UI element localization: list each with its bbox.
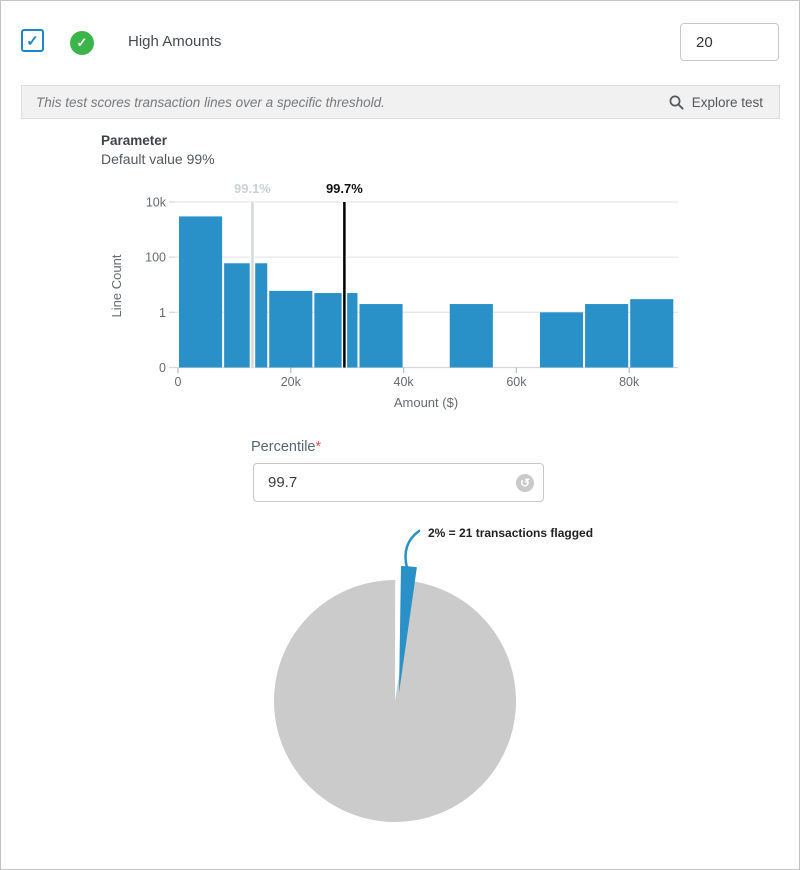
reset-icon[interactable]: ↺ [516, 474, 534, 492]
histogram-svg: 0 1 100 10k Amount ($) Line Count 0 20k 40k 60k 80… [96, 176, 696, 421]
test-config-panel: ✓ ✓ High Amounts This test scores transa… [0, 0, 800, 870]
svg-text:Line Count: Line Count [109, 254, 124, 317]
flagged-annotation: 2% = 21 transactions flagged [428, 526, 593, 540]
histogram-bar [269, 291, 312, 368]
parameter-default-value: Default value 99% [101, 151, 215, 167]
svg-text:100: 100 [145, 251, 166, 265]
histogram-chart: 0 1 100 10k Amount ($) Line Count 0 20k 40k 60k 80… [96, 176, 696, 421]
explore-test-label: Explore test [692, 95, 763, 110]
histogram-bar [540, 312, 583, 367]
percentile-marker-label: 99.1% [234, 181, 271, 196]
check-icon: ✓ [26, 32, 39, 50]
histogram-bar [314, 293, 357, 367]
histogram-bar [450, 304, 493, 367]
search-icon [669, 95, 684, 110]
svg-text:80k: 80k [619, 375, 640, 389]
svg-text:10k: 10k [146, 195, 167, 209]
histogram-bar [585, 304, 628, 367]
test-description-banner: This test scores transaction lines over … [21, 85, 780, 119]
test-description: This test scores transaction lines over … [36, 95, 385, 110]
svg-text:60k: 60k [506, 375, 527, 389]
pie-chart [231, 516, 571, 856]
check-icon: ✓ [77, 35, 88, 51]
required-asterisk: * [315, 439, 321, 455]
histogram-bar [179, 216, 222, 367]
percentile-marker-label: 99.7% [326, 181, 363, 196]
histogram-bar [224, 263, 267, 367]
parameter-heading: Parameter [101, 133, 167, 148]
svg-text:1: 1 [159, 306, 166, 320]
histogram-bar [630, 299, 673, 367]
test-title: High Amounts [128, 33, 221, 50]
explore-test-button[interactable]: Explore test [669, 95, 763, 110]
svg-text:20k: 20k [281, 375, 302, 389]
score-weight-input[interactable] [680, 23, 779, 61]
annotation-leader-line [406, 531, 420, 568]
svg-text:0: 0 [159, 361, 166, 375]
pie-svg [231, 516, 571, 856]
test-enabled-checkbox[interactable]: ✓ [21, 29, 44, 52]
svg-text:Amount ($): Amount ($) [394, 395, 458, 410]
percentile-label: Percentile* [251, 439, 321, 455]
svg-text:0: 0 [175, 375, 182, 389]
percentile-field: ↺ [253, 463, 544, 502]
histogram-bar [359, 304, 402, 367]
percentile-input[interactable] [254, 464, 494, 501]
svg-text:40k: 40k [394, 375, 415, 389]
test-status-icon: ✓ [70, 31, 94, 55]
